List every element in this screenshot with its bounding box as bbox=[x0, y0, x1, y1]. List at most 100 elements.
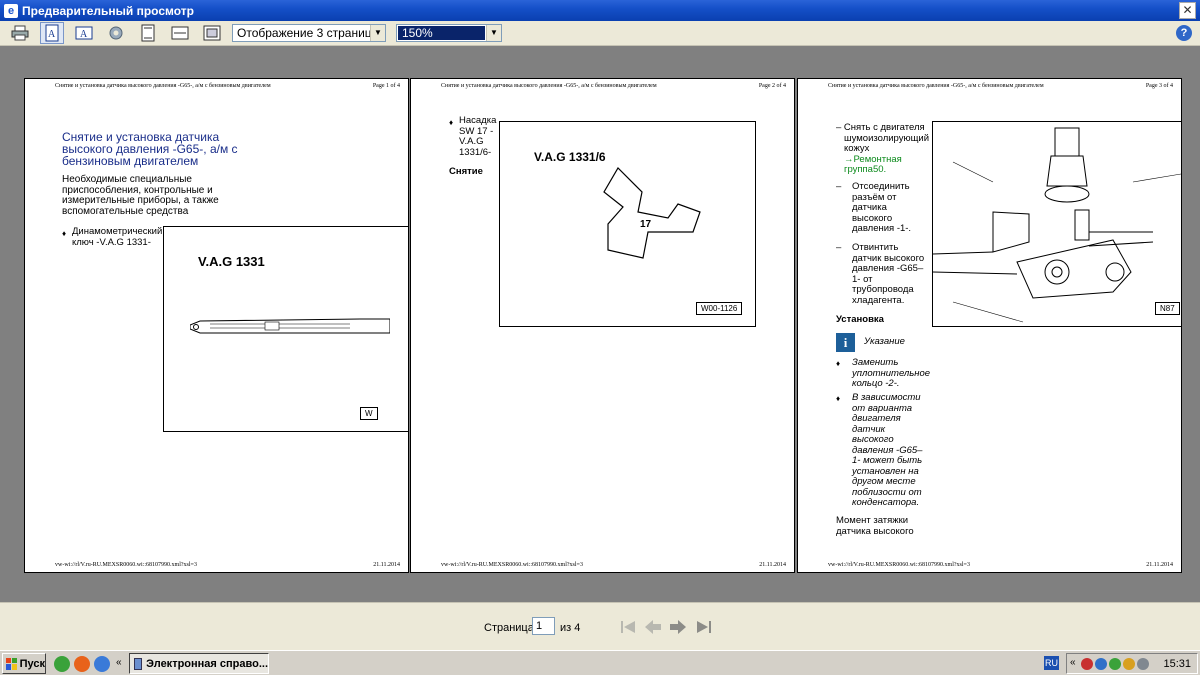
full-page-button[interactable] bbox=[200, 22, 224, 44]
landscape-button[interactable]: A bbox=[72, 22, 96, 44]
page-title: Снятие и установка датчика высокого давл… bbox=[62, 130, 238, 168]
launcher-icon[interactable] bbox=[54, 656, 70, 672]
next-page-button[interactable] bbox=[667, 616, 689, 638]
bullet-icon: ♦ bbox=[449, 118, 454, 127]
step-unscrew: Отвинтить датчик высокого давления -G65–… bbox=[852, 242, 925, 306]
network-icon[interactable] bbox=[1095, 658, 1107, 670]
arrow-left-icon bbox=[645, 620, 661, 634]
zoom-value: 150% bbox=[398, 26, 485, 40]
bullet-dash: – bbox=[836, 242, 842, 253]
page-setup-button[interactable] bbox=[104, 22, 128, 44]
page-number-input[interactable]: 1 bbox=[532, 617, 555, 635]
wrench-size-label: 17 bbox=[640, 219, 652, 230]
toolbar: A A Отображение 3 страниц ▼ 150% ▼ ? bbox=[0, 21, 1200, 46]
preview-area: Снятие и установка датчика высокого давл… bbox=[0, 47, 1200, 602]
portrait-button[interactable]: A bbox=[40, 22, 64, 44]
section-heading: Снятие bbox=[449, 166, 483, 177]
tools-subtitle: Необходимые специальные приспособления, … bbox=[62, 174, 219, 217]
figure-torque-wrench: V.A.G 1331 W bbox=[163, 226, 408, 432]
fit-page-icon bbox=[203, 25, 221, 41]
figure-code: W bbox=[360, 407, 378, 420]
torque-text: Момент затяжки датчика высокого bbox=[836, 515, 914, 537]
note-title: Указание bbox=[864, 336, 905, 347]
preview-page-3: Снятие и установка датчика высокого давл… bbox=[797, 78, 1182, 573]
page-footer-date: 21.11.2014 bbox=[759, 562, 786, 568]
figure-code: N87 bbox=[1155, 302, 1180, 315]
last-page-icon bbox=[697, 621, 711, 633]
taskbar-item-help[interactable]: Электронная справо... bbox=[129, 653, 269, 674]
task-label: Электронная справо... bbox=[146, 657, 268, 670]
page-header-title: Снятие и установка датчика высокого давл… bbox=[828, 83, 1044, 89]
torque-wrench-drawing bbox=[190, 318, 390, 334]
page-header-number: Page 1 of 4 bbox=[372, 83, 400, 89]
figure-label: V.A.G 1331/6 bbox=[534, 150, 606, 164]
page-label: Страница bbox=[484, 622, 534, 634]
system-tray: « 15:31 bbox=[1066, 653, 1198, 674]
note-item: Заменить уплотнительное кольцо -2-. bbox=[852, 357, 931, 389]
gear-icon bbox=[109, 26, 123, 40]
preview-page-2: Снятие и установка датчика высокого давл… bbox=[410, 78, 795, 573]
page-footer-url: vw-wi://rl/V.ru-RU.MEXSR0060.wi::6810799… bbox=[828, 562, 970, 568]
ie-app-icon: e bbox=[4, 3, 18, 18]
info-icon: i bbox=[836, 333, 855, 352]
firefox-icon[interactable] bbox=[74, 656, 90, 672]
arrow-right-icon bbox=[670, 620, 686, 634]
bullet-dash: – bbox=[836, 181, 842, 192]
print-button[interactable] bbox=[8, 22, 32, 44]
ie-icon[interactable] bbox=[94, 656, 110, 672]
printer-icon bbox=[11, 25, 29, 41]
volume-icon[interactable] bbox=[1123, 658, 1135, 670]
fit-width-icon bbox=[171, 26, 189, 40]
figure-label: V.A.G 1331 bbox=[198, 254, 265, 269]
start-label: Пуск bbox=[19, 657, 45, 670]
page-footer-date: 21.11.2014 bbox=[1146, 562, 1173, 568]
svg-text:A: A bbox=[80, 29, 88, 40]
language-indicator[interactable]: RU bbox=[1044, 656, 1059, 670]
close-button[interactable]: ✕ bbox=[1179, 2, 1196, 19]
svg-text:A: A bbox=[48, 29, 56, 40]
open-end-wrench-drawing: 17 bbox=[603, 167, 701, 259]
taskbar: Пуск « Электронная справо... RU « 15:31 bbox=[0, 650, 1200, 675]
figure-wrench-attachment: V.A.G 1331/6 17 W00-1126 bbox=[499, 121, 756, 327]
chevron-down-icon[interactable]: ▼ bbox=[486, 25, 501, 41]
first-page-icon bbox=[621, 621, 635, 633]
previous-page-button[interactable] bbox=[642, 616, 664, 638]
pressure-sensor-drawing bbox=[933, 127, 1181, 323]
antivirus-icon[interactable] bbox=[1081, 658, 1093, 670]
launcher-tray-icon[interactable] bbox=[1109, 658, 1121, 670]
page-header-number: Page 2 of 4 bbox=[758, 83, 786, 89]
first-page-button[interactable] bbox=[617, 616, 639, 638]
quicklaunch-chevron[interactable]: « bbox=[116, 657, 122, 668]
zoom-select[interactable]: 150% ▼ bbox=[396, 24, 502, 42]
last-page-button[interactable] bbox=[693, 616, 715, 638]
page-header-title: Снятие и установка датчика высокого давл… bbox=[441, 83, 657, 89]
section-heading: Установка bbox=[836, 314, 884, 325]
preview-page-1: Снятие и установка датчика высокого давл… bbox=[24, 78, 409, 573]
view-mode-value: Отображение 3 страниц bbox=[237, 26, 370, 40]
chevron-down-icon[interactable]: ▼ bbox=[370, 25, 385, 41]
landscape-page-icon: A bbox=[75, 26, 93, 40]
step-remove-cover: – Снять с двигателя шумоизолирующий кожу… bbox=[836, 122, 930, 176]
clock: 15:31 bbox=[1163, 658, 1191, 670]
help-icon[interactable]: ? bbox=[1176, 25, 1192, 41]
tray-chevron[interactable]: « bbox=[1070, 657, 1076, 668]
window-title: Предварительный просмотр bbox=[22, 3, 194, 18]
page-total-label: из 4 bbox=[560, 622, 581, 634]
repair-group-link[interactable]: группа50. bbox=[836, 164, 929, 176]
bullet-icon: ♦ bbox=[836, 359, 841, 368]
full-width-button[interactable] bbox=[168, 22, 192, 44]
header-footer-button[interactable] bbox=[136, 22, 160, 44]
title-bar: e Предварительный просмотр ✕ bbox=[0, 0, 1200, 21]
windows-logo-icon bbox=[6, 657, 17, 670]
start-button[interactable]: Пуск bbox=[2, 653, 46, 674]
page-layout-icon bbox=[141, 24, 155, 42]
page-header-number: Page 3 of 4 bbox=[1145, 83, 1173, 89]
page-footer-date: 21.11.2014 bbox=[373, 562, 400, 568]
page-navigation: Страница 1 из 4 bbox=[0, 602, 1200, 650]
window-icon bbox=[134, 657, 143, 670]
view-mode-select[interactable]: Отображение 3 страниц ▼ bbox=[232, 24, 386, 42]
page-footer-url: vw-wi://rl/V.ru-RU.MEXSR0060.wi::6810799… bbox=[441, 562, 583, 568]
figure-pressure-sensor: N87 bbox=[932, 121, 1181, 327]
security-icon[interactable] bbox=[1137, 658, 1149, 670]
list-item: Динамометрический ключ -V.A.G 1331- bbox=[72, 226, 163, 248]
